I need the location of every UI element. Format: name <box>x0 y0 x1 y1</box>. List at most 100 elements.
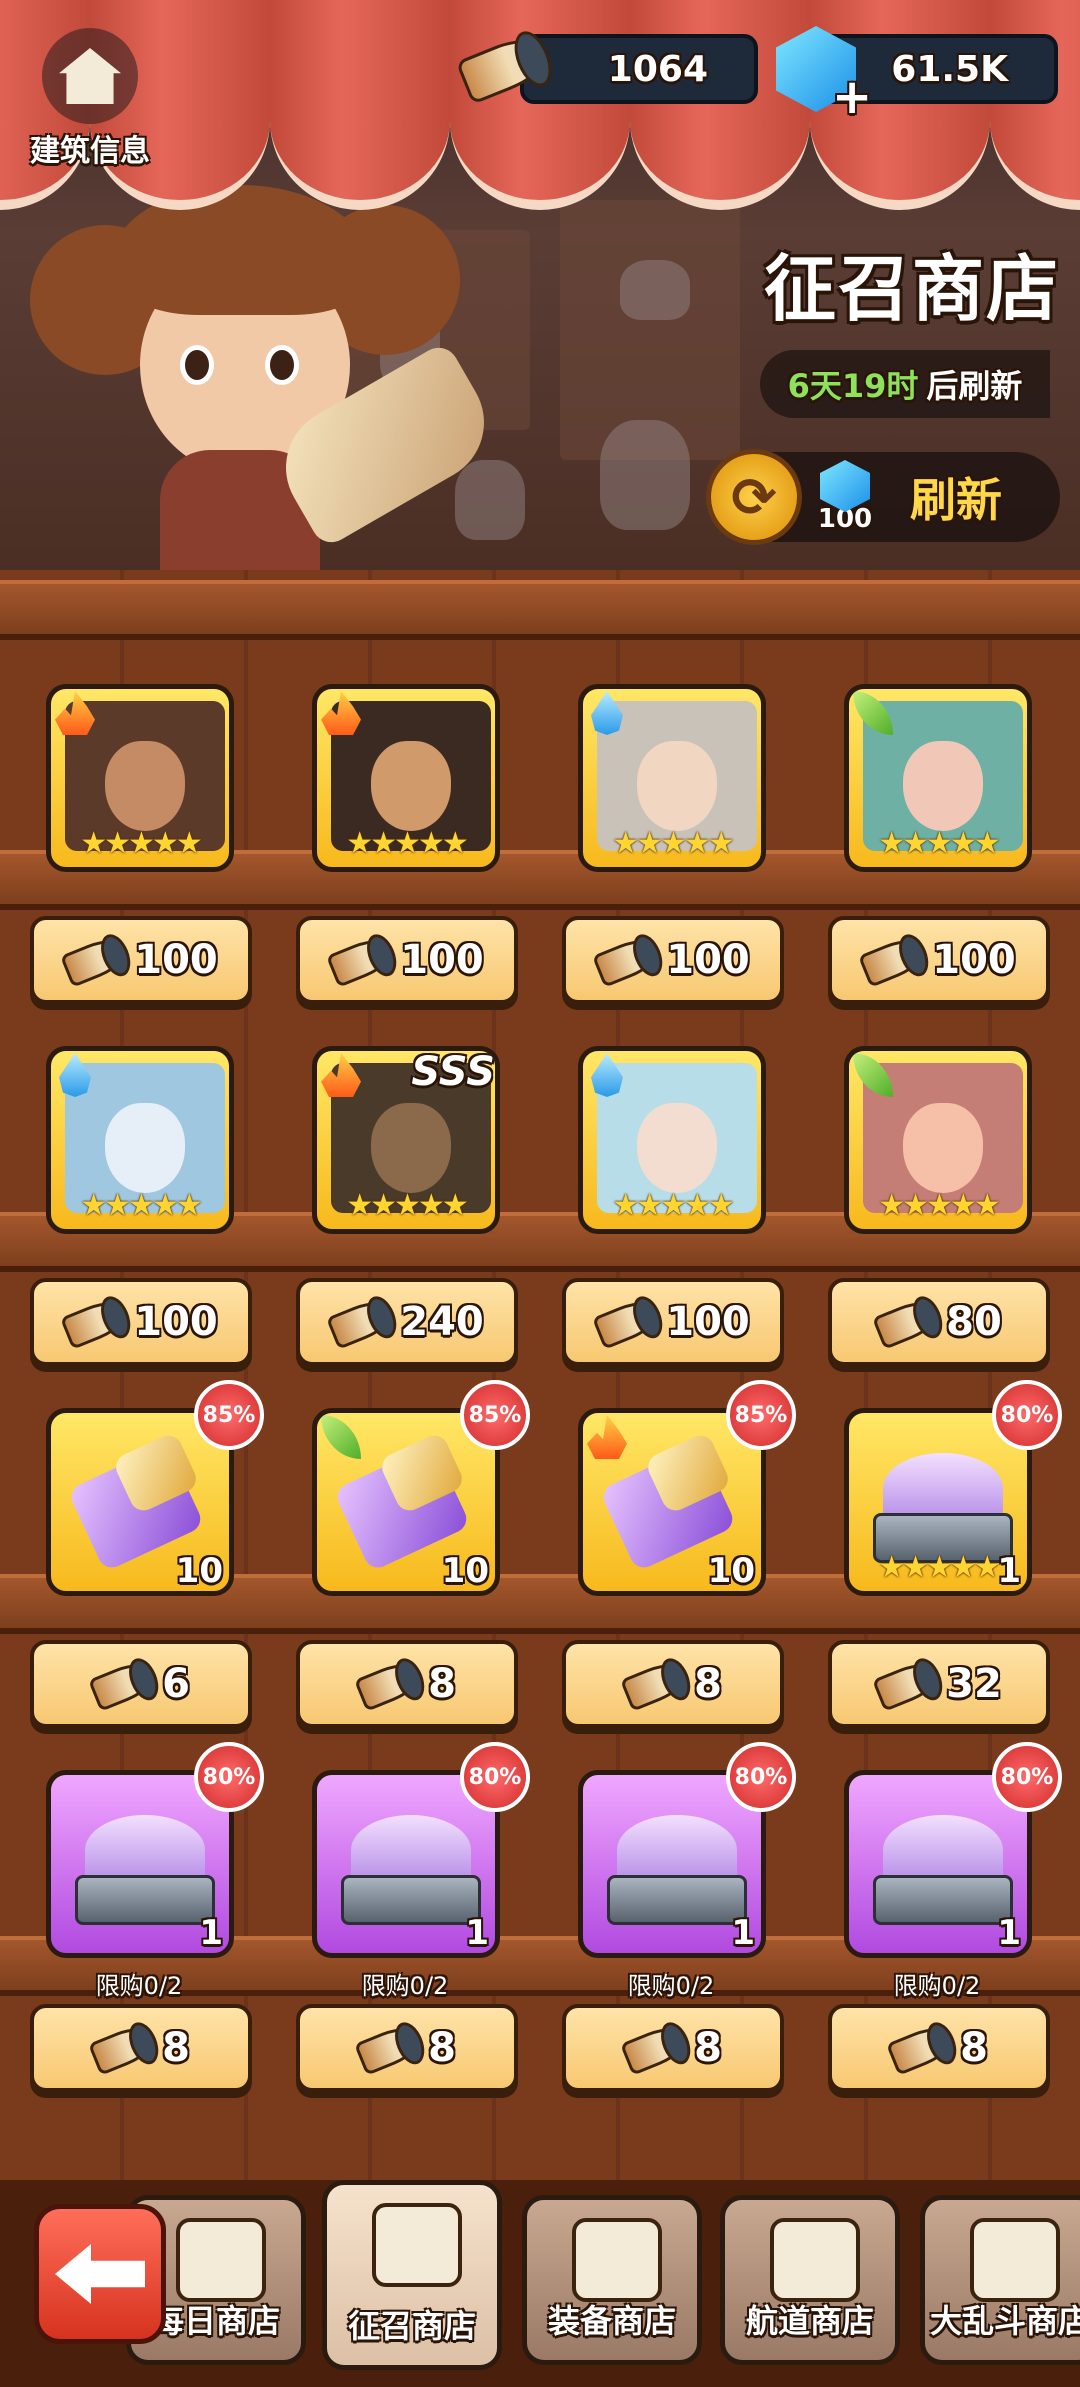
buy-price-button[interactable]: 100 <box>30 1278 252 1366</box>
chest-icon <box>873 1815 1013 1925</box>
back-button[interactable] <box>34 2204 166 2344</box>
shirt-icon <box>572 2218 662 2302</box>
star-rating: ★★★★★ <box>80 826 202 861</box>
price-value: 8 <box>428 2025 456 2071</box>
buy-price-button[interactable]: 100 <box>562 916 784 1004</box>
fire-element-icon <box>55 691 95 735</box>
hero-card[interactable]: ★★★★★ <box>312 684 500 872</box>
horn-icon <box>88 1656 161 1712</box>
page-title: 征召商店 <box>763 247 1060 331</box>
leaf-element-icon <box>853 691 893 735</box>
fire-element-icon <box>321 691 361 735</box>
buy-price-button[interactable]: 100 <box>562 1278 784 1366</box>
horn-icon <box>872 1294 945 1350</box>
hero-card[interactable]: ★★★★★ SSS <box>312 1046 500 1234</box>
gem-currency-icon[interactable]: + <box>776 26 872 121</box>
item-quantity: 1 <box>199 1913 223 1953</box>
buy-price-button[interactable]: 8 <box>30 2004 252 2092</box>
buy-price-button[interactable]: 8 <box>562 1640 784 1728</box>
horn-icon <box>60 932 133 988</box>
store-icon <box>176 2218 266 2302</box>
horn-icon <box>88 2020 161 2076</box>
discount-badge: 85% <box>194 1380 264 1450</box>
purchase-limit: 限购0/2 <box>361 1972 449 2000</box>
star-rating: ★★★★★ <box>612 1188 734 1223</box>
item-quantity: 10 <box>441 1551 489 1591</box>
refresh-button[interactable]: ⟳ 100 刷新 <box>706 449 1060 545</box>
tab-horn[interactable]: 征召商店 <box>322 2180 502 2370</box>
horn-icon <box>620 2020 693 2076</box>
hero-card[interactable]: ★★★★★ <box>844 1046 1032 1234</box>
tab-label: 装备商店 <box>547 2302 676 2340</box>
chest-icon <box>75 1815 215 1925</box>
buy-price-button[interactable]: 100 <box>296 916 518 1004</box>
price-value: 8 <box>960 2025 988 2071</box>
horn-icon <box>620 1656 693 1712</box>
refresh-icon: ⟳ <box>706 449 802 545</box>
buy-price-button[interactable]: 240 <box>296 1278 518 1366</box>
leaf-element-icon <box>853 1053 893 1097</box>
horn-icon <box>354 2020 427 2076</box>
chest-icon <box>873 1453 1013 1563</box>
tab-anchor[interactable]: 航道商店 <box>720 2195 900 2365</box>
price-value: 240 <box>400 1299 484 1345</box>
back-arrow-icon <box>55 2244 145 2304</box>
buy-price-button[interactable]: 100 <box>30 916 252 1004</box>
price-value: 80 <box>946 1299 1002 1345</box>
item-quantity: 10 <box>707 1551 755 1591</box>
discount-badge: 85% <box>726 1380 796 1450</box>
tab-3v3-store[interactable]: 大乱斗商店 <box>920 2195 1080 2365</box>
horn-icon <box>592 1294 665 1350</box>
buy-price-button[interactable]: 100 <box>828 916 1050 1004</box>
add-gems-icon[interactable]: + <box>832 73 876 122</box>
fire-element-icon <box>587 1415 627 1459</box>
horn-icon <box>372 2203 462 2287</box>
buy-price-button[interactable]: 32 <box>828 1640 1050 1728</box>
discount-badge: 80% <box>460 1742 530 1812</box>
price-value: 8 <box>162 2025 190 2071</box>
price-value: 100 <box>400 937 484 983</box>
price-value: 100 <box>666 1299 750 1345</box>
anchor-icon <box>770 2218 860 2302</box>
horn-icon <box>872 1656 945 1712</box>
price-value: 100 <box>134 1299 218 1345</box>
star-rating: ★★★★★ <box>878 1188 1000 1223</box>
horn-icon <box>858 932 931 988</box>
buy-price-button[interactable]: 80 <box>828 1278 1050 1366</box>
item-quantity: 1 <box>997 1913 1021 1953</box>
discount-badge: 80% <box>194 1742 264 1812</box>
price-value: 6 <box>162 1661 190 1707</box>
discount-badge: 80% <box>992 1742 1062 1812</box>
horn-icon <box>592 932 665 988</box>
building-info-label: 建筑信息 <box>30 134 150 169</box>
hero-card[interactable]: ★★★★★ <box>578 1046 766 1234</box>
shop-scene: 建筑信息 1064 61.5K + 征召商店 6天19时 后刷新 ⟳ 100 刷… <box>0 0 1080 580</box>
star-rating: ★★★★★ <box>346 1188 468 1223</box>
hero-card[interactable]: ★★★★★ <box>578 684 766 872</box>
buy-price-button[interactable]: 8 <box>296 2004 518 2092</box>
price-value: 100 <box>134 937 218 983</box>
purchase-limit: 限购0/2 <box>627 1972 715 2000</box>
item-quantity: 10 <box>175 1551 223 1591</box>
tab-label: 大乱斗商店 <box>929 2302 1080 2340</box>
buy-price-button[interactable]: 8 <box>828 2004 1050 2092</box>
refresh-timer-suffix: 后刷新 <box>926 367 1023 405</box>
star-rating: ★★★★★ <box>80 1188 202 1223</box>
hero-card[interactable]: ★★★★★ <box>46 1046 234 1234</box>
house-icon <box>42 28 138 124</box>
horn-icon <box>886 2020 959 2076</box>
discount-badge: 80% <box>726 1742 796 1812</box>
horn-icon <box>60 1294 133 1350</box>
buy-price-button[interactable]: 8 <box>296 1640 518 1728</box>
hero-card[interactable]: ★★★★★ <box>46 684 234 872</box>
price-value: 32 <box>946 1661 1002 1707</box>
chest-icon <box>607 1815 747 1925</box>
tab-shirt[interactable]: 装备商店 <box>522 2195 702 2365</box>
star-rating: ★★★★★ <box>878 826 1000 861</box>
building-info-button[interactable]: 建筑信息 <box>20 28 160 170</box>
buy-price-button[interactable]: 8 <box>562 2004 784 2092</box>
tab-label: 航道商店 <box>745 2302 874 2340</box>
buy-price-button[interactable]: 6 <box>30 1640 252 1728</box>
hero-card[interactable]: ★★★★★ <box>844 684 1032 872</box>
price-value: 100 <box>932 937 1016 983</box>
